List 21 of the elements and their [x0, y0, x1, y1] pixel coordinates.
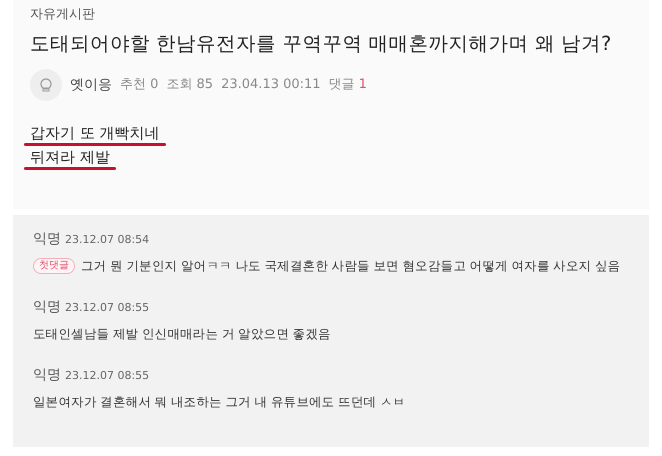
- comment-author: 익명: [33, 298, 61, 317]
- author-name[interactable]: 옛이응: [70, 74, 112, 96]
- comment-text: 도태인셀남들 제발 인신매매라는 거 알았으면 좋겠음: [33, 325, 331, 343]
- comment-author: 익명: [33, 230, 61, 249]
- comment-count: 1: [358, 76, 367, 94]
- body-text: 갑자기 또 개빡치네: [30, 123, 160, 143]
- recommend-count: 추천 0: [120, 76, 158, 94]
- comment-text: 그거 뭔 기분인지 알어ㅋㅋ 나도 국제결혼한 사람들 보면 혐오감들고 어떻게 여자를 사오지 싶음: [81, 257, 620, 275]
- view-count: 조회 85: [166, 76, 214, 94]
- comment-time: 23.12.07 08:55: [65, 368, 150, 384]
- board-name[interactable]: 자유게시판: [30, 6, 95, 24]
- comment-text: 일본여자가 결혼해서 뭐 내조하는 그거 내 유튜브에도 뜨던데 ㅅㅂ: [33, 393, 406, 411]
- post-title: 도태되어야할 한남유전자를 꾸역꾸역 매매혼까지해가며 왜 남겨?: [30, 31, 612, 57]
- comment-label: 댓글: [328, 76, 355, 94]
- post-date: 23.04.13 00:11: [221, 76, 321, 94]
- comment-author: 익명: [33, 366, 61, 385]
- comment-time: 23.12.07 08:55: [65, 300, 150, 316]
- body-text: 뒤져라 제발: [30, 147, 110, 167]
- first-comment-badge: 첫댓글: [33, 258, 75, 274]
- comment-time: 23.12.07 08:54: [65, 232, 150, 248]
- avatar-icon: [30, 69, 62, 101]
